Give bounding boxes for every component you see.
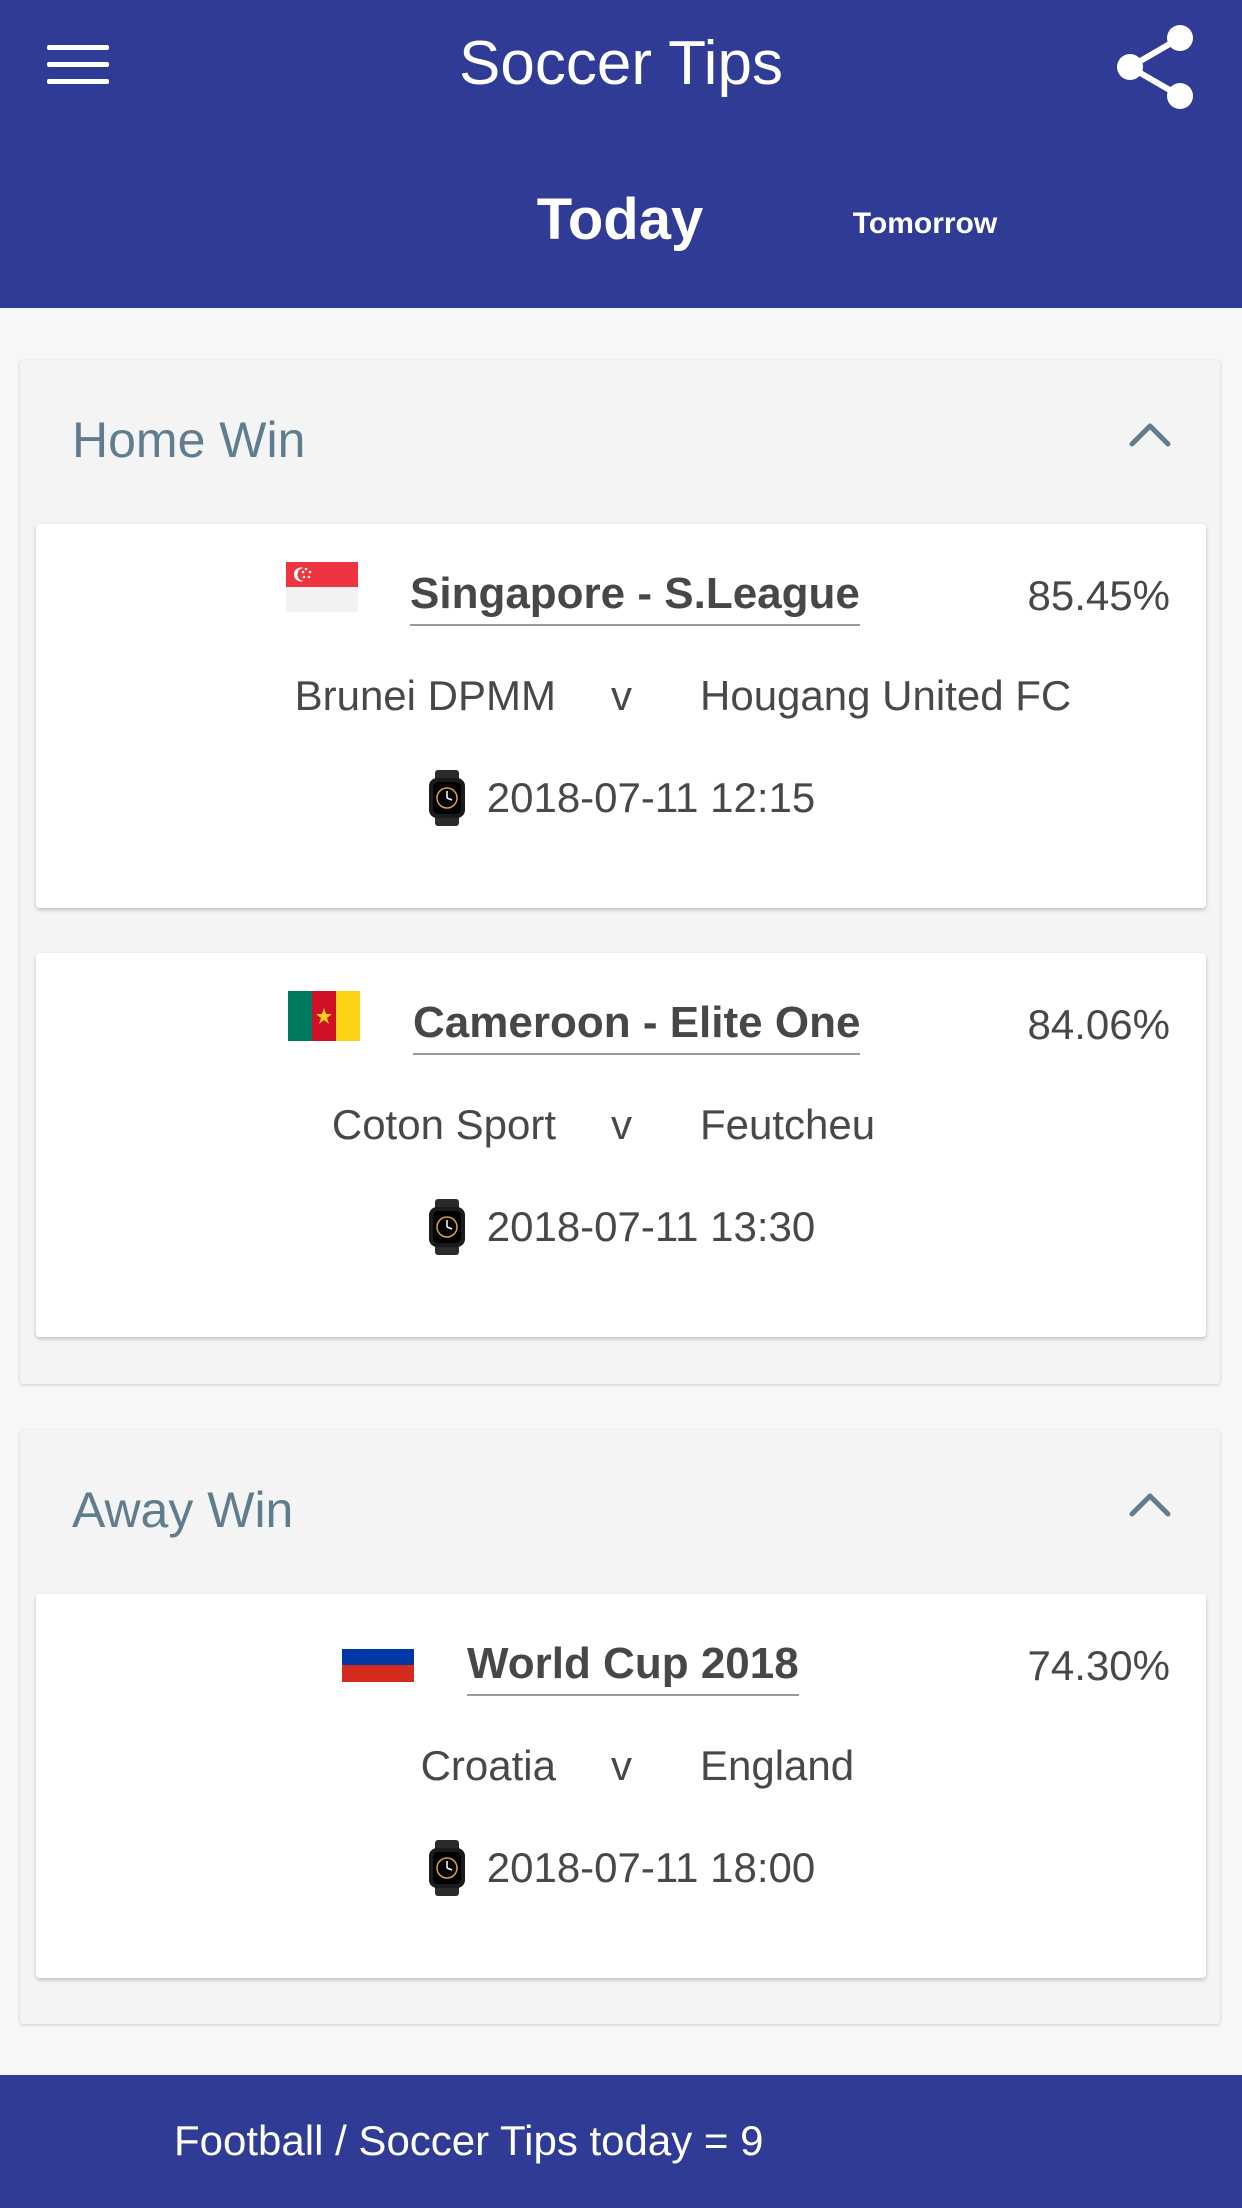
versus-label: v	[611, 1742, 632, 1789]
app-title: Soccer Tips	[459, 29, 783, 98]
tips-count-text: Football / Soccer Tips today = 9	[174, 2117, 764, 2164]
section-title: Home Win	[72, 412, 306, 468]
home-team: Brunei DPMM	[294, 672, 556, 719]
win-probability: 74.30%	[1027, 1642, 1170, 1689]
chevron-up-icon[interactable]	[1120, 1480, 1180, 1530]
app-header: Soccer Tips Today Tomorrow	[0, 0, 1242, 308]
home-team: Coton Sport	[331, 1101, 556, 1148]
kickoff-datetime: 2018-07-11 18:00	[486, 1844, 816, 1891]
kickoff-time: 2018-07-11 18:00	[36, 1840, 1206, 1896]
match-card[interactable]: World Cup 2018 74.30% Croatia v England …	[36, 1594, 1206, 1978]
watch-icon	[428, 1840, 465, 1896]
section-home-win: Home Win Singapore - S.League 85.45% Bru…	[20, 360, 1220, 1384]
home-team: Croatia	[420, 1742, 556, 1789]
versus-label: v	[611, 672, 632, 719]
match-card[interactable]: Cameroon - Elite One 84.06% Coton Sport …	[36, 953, 1206, 1337]
win-probability: 85.45%	[1027, 572, 1170, 619]
versus-label: v	[611, 1101, 632, 1148]
league-link[interactable]: World Cup 2018	[467, 1634, 799, 1696]
tab-tomorrow[interactable]: Tomorrow	[820, 200, 1030, 248]
singapore-flag-icon	[286, 562, 358, 612]
share-icon[interactable]	[1114, 22, 1198, 112]
away-team: Feutcheu	[700, 1101, 876, 1148]
russia-flag-icon	[342, 1632, 414, 1682]
league-link[interactable]: Cameroon - Elite One	[413, 993, 861, 1055]
section-title: Away Win	[72, 1482, 294, 1538]
footer-bar: Football / Soccer Tips today = 9	[0, 2075, 1242, 2208]
away-team: Hougang United FC	[700, 672, 1072, 719]
match-card[interactable]: Singapore - S.League 85.45% Brunei DPMM …	[36, 524, 1206, 908]
kickoff-datetime: 2018-07-11 12:15	[486, 774, 816, 821]
kickoff-datetime: 2018-07-11 13:30	[486, 1203, 816, 1250]
kickoff-time: 2018-07-11 13:30	[36, 1199, 1206, 1255]
section-away-win: Away Win World Cup 2018 74.30% Croatia v…	[20, 1430, 1220, 2024]
cameroon-flag-icon	[288, 991, 360, 1041]
section-header-home-win[interactable]: Home Win	[20, 360, 1220, 520]
watch-icon	[428, 770, 465, 826]
tab-today[interactable]: Today	[470, 180, 770, 260]
kickoff-time: 2018-07-11 12:15	[36, 770, 1206, 826]
away-team: England	[700, 1742, 855, 1789]
league-link[interactable]: Singapore - S.League	[410, 564, 860, 626]
chevron-up-icon[interactable]	[1120, 410, 1180, 460]
section-header-away-win[interactable]: Away Win	[20, 1430, 1220, 1590]
win-probability: 84.06%	[1027, 1001, 1170, 1048]
watch-icon	[428, 1199, 465, 1255]
